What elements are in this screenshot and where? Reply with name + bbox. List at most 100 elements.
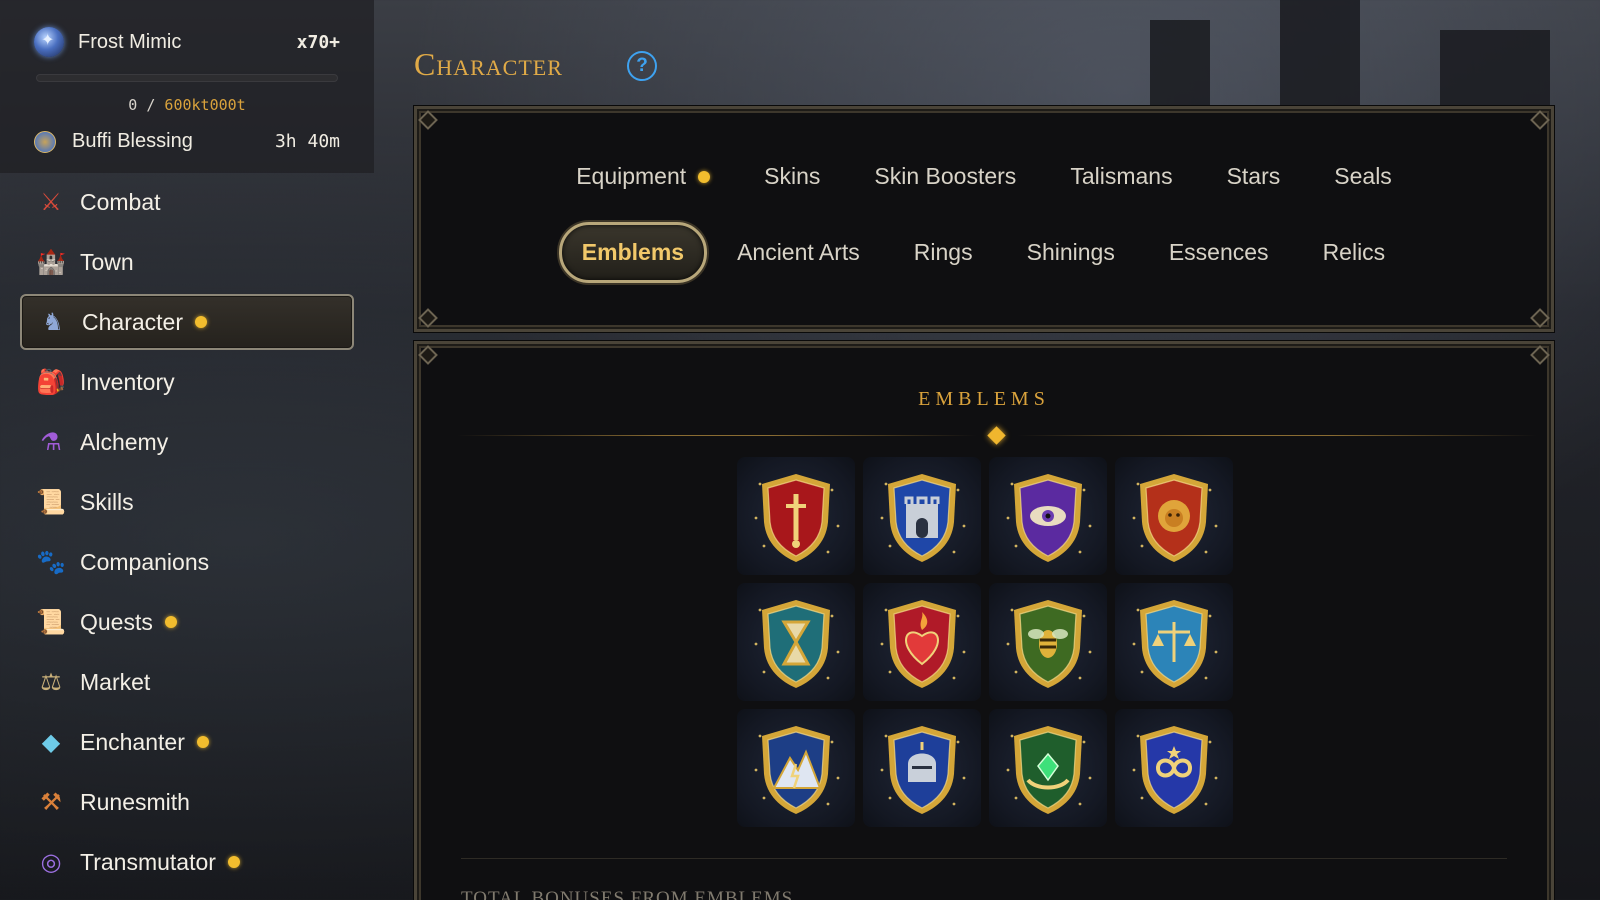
tab-ancient-arts[interactable]: Ancient Arts [713, 222, 884, 283]
emblem-slot[interactable] [863, 583, 981, 701]
sidebar-item-inventory[interactable]: 🎒 Inventory [20, 354, 354, 410]
gem-hands-emblem-icon [1006, 726, 1092, 814]
tab-emblems[interactable]: Emblems [558, 222, 708, 283]
sidebar-item-market[interactable]: ⚖ Market [20, 654, 354, 710]
quest-scroll-icon: 📜 [36, 608, 66, 636]
tab-relics[interactable]: Relics [1299, 222, 1410, 283]
bg-castle-silhouette [1150, 20, 1210, 110]
sword-shield-emblem-icon [754, 474, 840, 562]
player-multiplier: x70+ [296, 31, 340, 53]
tab-stars[interactable]: Stars [1203, 151, 1305, 202]
sidebar-item-label: Transmutator [80, 848, 216, 875]
tab-rings[interactable]: Rings [890, 222, 997, 283]
backpack-icon: 🎒 [36, 368, 66, 396]
bg-castle-silhouette [1280, 0, 1360, 110]
emblem-slot[interactable] [863, 709, 981, 827]
lion-emblem-icon [1132, 474, 1218, 562]
emblems-panel: EMBLEMS TOTAL BONUSES FROM EMBLEMS [414, 341, 1554, 900]
notification-dot [164, 616, 177, 628]
tab-essences[interactable]: Essences [1145, 222, 1293, 283]
crystal-icon: ◆ [41, 728, 61, 756]
potion-icon: ⚗ [40, 428, 62, 456]
sidebar-item-label: Alchemy [80, 428, 169, 455]
tab-equipment[interactable]: Equipment [552, 151, 734, 202]
eye-emblem-icon [1006, 474, 1092, 562]
emblem-slot[interactable] [1115, 583, 1233, 701]
sidebar-item-companions[interactable]: 🐾 Companions [20, 534, 354, 590]
sidebar-item-label: Runesmith [80, 788, 190, 815]
question-mark-icon[interactable]: ? [627, 51, 657, 81]
emblem-grid [737, 457, 1233, 827]
tab-label: Talismans [1070, 163, 1173, 189]
tab-label: Essences [1168, 239, 1269, 265]
divider-gem-icon [987, 426, 1006, 445]
title-divider-left [457, 435, 977, 436]
bonus-divider [461, 858, 1507, 859]
paw-icon: 🐾 [36, 548, 66, 576]
sidebar-item-label: Character [82, 308, 183, 335]
xp-goal: 600kt000t [164, 96, 246, 114]
bee-emblem-icon [1006, 600, 1092, 688]
sidebar-item-character[interactable]: ♞ Character [20, 294, 354, 350]
player-status-panel: Frost Mimic x70+ 0 / 600kt000t Buffi Ble… [0, 0, 374, 173]
sidebar-item-enchanter[interactable]: ◆ Enchanter [20, 714, 354, 770]
tab-label: Stars [1226, 163, 1281, 189]
panel-corner-ornament [418, 110, 438, 130]
castle-gate-emblem-icon [880, 474, 966, 562]
tabs-panel: Equipment Skins Skin Boosters Talismans Star… [414, 106, 1554, 332]
scroll-icon: 📜 [36, 488, 66, 516]
tab-label: Ancient Arts [737, 239, 860, 265]
bg-castle-silhouette [1440, 30, 1550, 110]
tab-label: Shinings [1026, 239, 1115, 265]
emblem-slot[interactable] [1115, 457, 1233, 575]
sidebar: Frost Mimic x70+ 0 / 600kt000t Buffi Ble… [0, 0, 410, 900]
scales-emblem-icon [1132, 600, 1218, 688]
player-row: Frost Mimic x70+ [34, 27, 340, 57]
tab-shinings[interactable]: Shinings [1003, 222, 1139, 283]
page-title: Character [414, 46, 563, 82]
emblem-slot[interactable] [737, 709, 855, 827]
tab-skins[interactable]: Skins [740, 151, 844, 202]
emblem-slot[interactable] [863, 457, 981, 575]
panel-corner-ornament [418, 345, 438, 365]
tab-label: Skins [764, 163, 821, 189]
sidebar-item-town[interactable]: 🏰 Town [20, 234, 354, 290]
tab-label: Rings [913, 239, 973, 265]
tab-label: Emblems [581, 239, 685, 265]
emblem-slot[interactable] [989, 709, 1107, 827]
frost-orb-icon [34, 27, 64, 57]
tab-label: Skin Boosters [874, 163, 1017, 189]
crossed-swords-icon: ⚔ [40, 188, 62, 216]
emblem-slot[interactable] [989, 457, 1107, 575]
infinity-emblem-icon [1132, 726, 1218, 814]
sidebar-item-label: Skills [80, 488, 134, 515]
emblem-slot[interactable] [1115, 709, 1233, 827]
xp-progress-bar [36, 74, 338, 82]
tab-skin-boosters[interactable]: Skin Boosters [850, 151, 1040, 202]
buff-row[interactable]: Buffi Blessing 3h 40m [34, 130, 340, 153]
xp-readout: 0 / 600kt000t [0, 96, 374, 114]
player-name: Frost Mimic [78, 30, 182, 53]
notification-dot [227, 856, 240, 868]
emblem-slot[interactable] [737, 583, 855, 701]
sidebar-item-runesmith[interactable]: ⚒ Runesmith [20, 774, 354, 830]
xp-current: 0 [128, 96, 138, 114]
helmet-emblem-icon [880, 726, 966, 814]
tab-seals[interactable]: Seals [1310, 151, 1416, 202]
sidebar-item-combat[interactable]: ⚔ Combat [20, 174, 354, 230]
sidebar-item-label: Enchanter [80, 728, 185, 755]
buff-timer: 3h 40m [274, 131, 340, 152]
emblem-slot[interactable] [737, 457, 855, 575]
notification-dot [194, 316, 207, 328]
swirl-orb-icon: ◎ [40, 848, 62, 876]
sidebar-item-quests[interactable]: 📜 Quests [20, 594, 354, 650]
sidebar-item-label: Inventory [80, 368, 175, 395]
scales-icon: ⚖ [40, 668, 62, 696]
sidebar-item-skills[interactable]: 📜 Skills [20, 474, 354, 530]
emblem-slot[interactable] [989, 583, 1107, 701]
sidebar-item-alchemy[interactable]: ⚗ Alchemy [20, 414, 354, 470]
sidebar-item-label: Quests [80, 608, 153, 635]
tab-talismans[interactable]: Talismans [1046, 151, 1196, 202]
sidebar-item-transmutator[interactable]: ◎ Transmutator [20, 834, 354, 890]
tab-row-secondary: Emblems Ancient Arts Rings Shinings Essences… [417, 222, 1551, 283]
